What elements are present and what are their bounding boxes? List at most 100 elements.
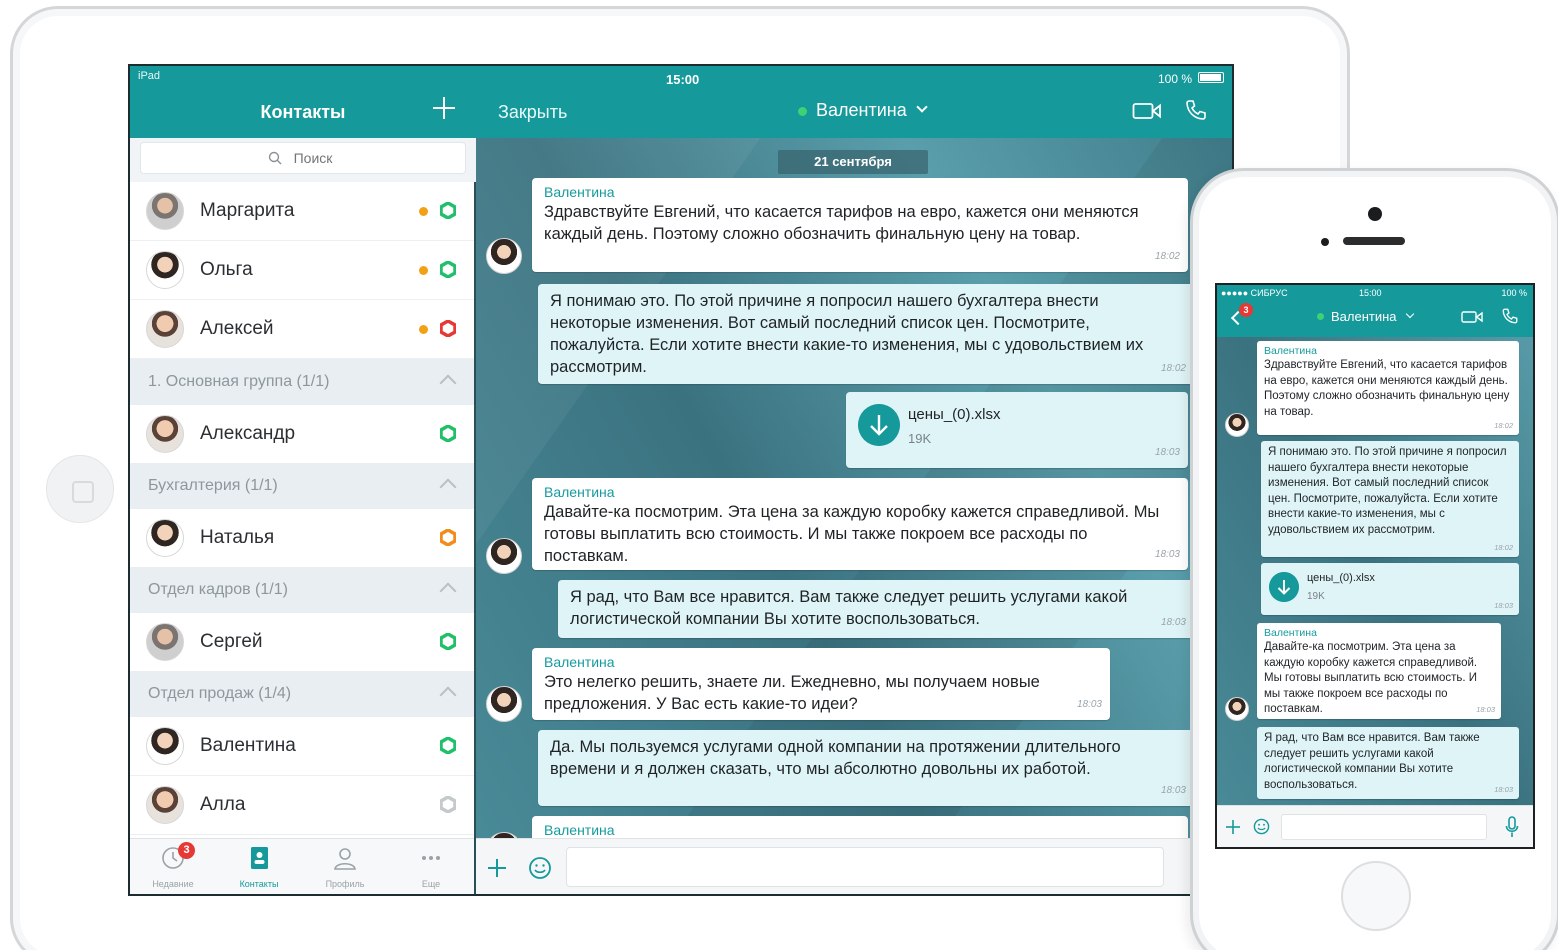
iphone-screen: ●●●●● СИБРУС 15:00 100 % 3 Валентина Вал… [1215, 283, 1535, 849]
status-time: 15:00 [666, 72, 700, 87]
avatar [146, 251, 184, 289]
add-attachment-icon[interactable] [1225, 819, 1241, 835]
download-icon[interactable] [1269, 572, 1299, 602]
avatar [146, 727, 184, 765]
video-call-icon[interactable] [1132, 100, 1162, 122]
contact-name: Ольга [200, 259, 253, 280]
message-outgoing[interactable]: Да. Мы пользуемся услугами одной компани… [538, 730, 1194, 806]
group-header[interactable]: Бухгалтерия (1/1) [130, 463, 474, 509]
tab-label: Профиль [325, 879, 365, 889]
profile-icon [334, 848, 356, 870]
online-dot-icon [1317, 313, 1324, 320]
avatar [146, 519, 184, 557]
iphone-device: ●●●●● СИБРУС 15:00 100 % 3 Валентина Вал… [1190, 168, 1558, 950]
battery-percent: 100 % [1157, 72, 1192, 86]
emoji-icon[interactable] [1253, 818, 1270, 835]
message-time: 18:03 [1076, 699, 1102, 710]
message-input[interactable] [566, 847, 1164, 887]
busy-status-icon [440, 320, 456, 337]
contact-row[interactable]: Александр [130, 405, 474, 464]
message-text: Давайте-ка посмотрим. Эта цена за каждую… [544, 503, 1160, 565]
away-status-dot [419, 266, 428, 275]
message-incoming[interactable]: Валентина Давайте-ка посмотрим. Эта цена… [532, 478, 1188, 570]
message-incoming[interactable]: Валентина Здравствуйте Евгений, что каса… [532, 178, 1188, 272]
iphone-home-button [1341, 861, 1411, 931]
search-bar [130, 138, 476, 182]
video-call-icon[interactable] [1461, 309, 1483, 325]
search-icon [268, 151, 282, 165]
message-incoming[interactable]: Валентина Давайте-ка посмотрим. Эта цена… [1257, 623, 1501, 719]
message-time: 18:02 [1494, 420, 1513, 430]
away-status-dot [419, 207, 428, 216]
contact-row[interactable]: Алла [130, 776, 474, 835]
message-text: Здравствуйте Евгений, что касается тариф… [1264, 359, 1510, 418]
group-header[interactable]: Отдел продаж (1/4) [130, 671, 474, 717]
message-text: Я понимаю это. По этой причине я попроси… [1268, 446, 1507, 536]
file-attachment[interactable]: цены_(0).xlsx 19K 18:03 [846, 392, 1188, 468]
message-outgoing[interactable]: Я понимаю это. По этой причине я попроси… [538, 284, 1194, 384]
online-status-icon [440, 202, 456, 219]
contact-row[interactable]: Ольга [130, 241, 474, 300]
file-size: 19K [1307, 591, 1325, 602]
message-text: Да. Мы пользуемся услугами одной компани… [550, 738, 1121, 778]
contact-row[interactable]: Наталья [130, 509, 474, 568]
message-time: 18:03 [1154, 447, 1180, 458]
phone-call-icon[interactable] [1501, 307, 1519, 325]
chat-header: 15:00 100 % Закрыть Валентина [476, 66, 1232, 138]
message-sender: Валентина [544, 484, 615, 500]
message-incoming[interactable]: Валентина Это нелегко решить, знаете ли.… [532, 648, 1110, 720]
tab-label: Недавние [152, 879, 194, 889]
date-separator: 21 сентября [778, 150, 928, 174]
contact-name: Сергей [200, 631, 263, 652]
dnd-status-icon [440, 529, 456, 546]
online-dot-icon [798, 107, 807, 116]
avatar [146, 786, 184, 824]
chat-title: Валентина [816, 100, 907, 120]
tab-contacts[interactable]: Контакты [216, 839, 302, 894]
avatar [486, 538, 522, 574]
tab-more[interactable]: Еще [388, 839, 474, 894]
away-status-dot [419, 325, 428, 334]
sensor-dot [1321, 238, 1329, 246]
contact-row[interactable]: Сергей [130, 613, 474, 672]
message-text: Здравствуйте Евгений, что касается тариф… [544, 203, 1139, 243]
contact-row[interactable]: Валентина [130, 717, 474, 776]
message-outgoing[interactable]: Я рад, что Вам все нравится. Вам также с… [1257, 727, 1519, 799]
file-attachment[interactable]: цены_(0).xlsx 19K 18:03 [1261, 563, 1519, 615]
microphone-icon[interactable] [1505, 816, 1519, 838]
message-time: 18:03 [1154, 549, 1180, 560]
message-outgoing[interactable]: Я рад, что Вам все нравится. Вам также с… [558, 580, 1194, 638]
message-text: Это нелегко решить, знаете ли. Ежедневно… [544, 673, 1040, 713]
unread-badge: 3 [1239, 303, 1253, 317]
group-label: Отдел кадров (1/1) [148, 581, 288, 598]
group-label: 1. Основная группа (1/1) [148, 373, 330, 390]
ipad-screen: iPad Контакты Маргарита Ольга Алексей [128, 64, 1234, 896]
offline-status-icon [440, 796, 456, 813]
message-incoming[interactable]: Валентина Здравствуйте Евгений, что каса… [1257, 341, 1519, 435]
tab-profile[interactable]: Профиль [302, 839, 388, 894]
battery-icon [1198, 72, 1224, 83]
avatar [1225, 697, 1249, 721]
group-label: Отдел продаж (1/4) [148, 685, 292, 702]
download-icon[interactable] [858, 404, 900, 446]
contact-row[interactable]: Маргарита [130, 182, 474, 241]
group-header[interactable]: Отдел кадров (1/1) [130, 567, 474, 613]
contacts-header: iPad Контакты [130, 66, 476, 138]
phone-call-icon[interactable] [1184, 98, 1208, 122]
message-time: 18:03 [1160, 617, 1186, 628]
search-input[interactable] [140, 142, 466, 174]
group-header[interactable]: 1. Основная группа (1/1) [130, 359, 474, 405]
contact-row[interactable]: Алексей [130, 300, 474, 359]
tab-recent[interactable]: 3 Недавние [130, 839, 216, 894]
chevron-up-icon [439, 582, 457, 600]
add-contact-button[interactable] [432, 96, 456, 120]
avatar [146, 623, 184, 661]
emoji-icon[interactable] [528, 856, 552, 880]
carrier-label: ●●●●● СИБРУС [1221, 288, 1288, 298]
message-input[interactable] [1281, 814, 1487, 840]
message-outgoing[interactable]: Я понимаю это. По этой причине я попроси… [1261, 441, 1519, 557]
add-attachment-icon[interactable] [486, 857, 508, 879]
status-time: 15:00 [1359, 288, 1382, 298]
close-chat-button[interactable]: Закрыть [498, 102, 567, 123]
online-status-icon [440, 737, 456, 754]
